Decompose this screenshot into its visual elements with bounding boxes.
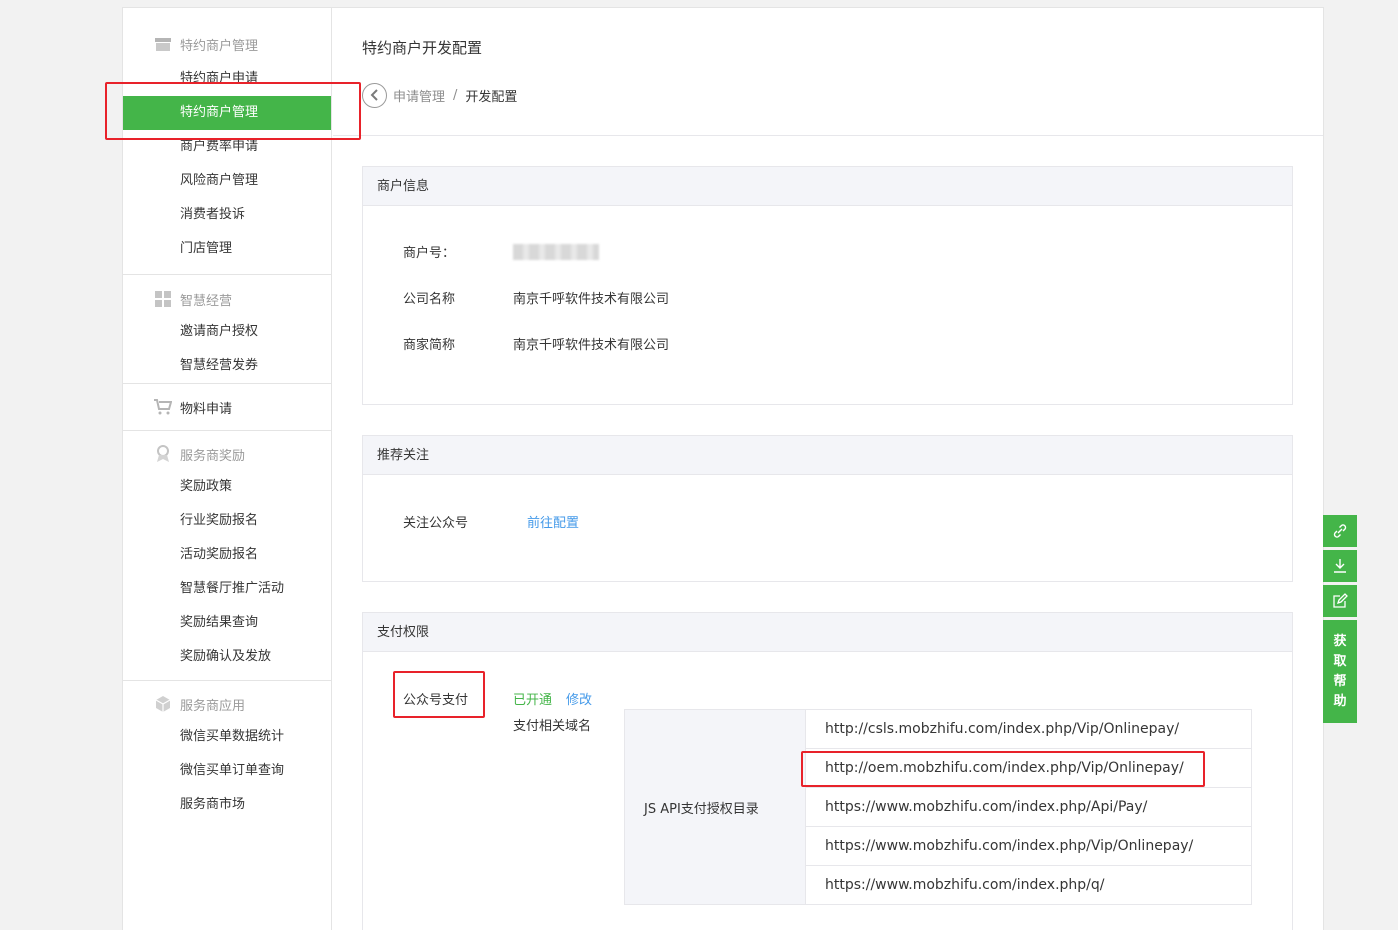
sidebar-item-reward-query[interactable]: 奖励结果查询	[123, 606, 331, 640]
sidebar-group-title: 服务商应用	[123, 692, 331, 716]
sidebar-item-rate-apply[interactable]: 商户费率申请	[123, 130, 331, 164]
sidebar-item-reward-policy[interactable]: 奖励政策	[123, 470, 331, 504]
company-name-label: 公司名称	[403, 292, 456, 307]
back-button[interactable]	[362, 82, 387, 108]
cube-icon	[154, 695, 172, 713]
download-icon	[1334, 559, 1346, 573]
domain-url: http://oem.mobzhifu.com/index.php/Vip/On…	[805, 748, 1252, 788]
breadcrumb: 申请管理 / 开发配置	[362, 82, 517, 108]
status-badge: 已开通	[513, 693, 553, 708]
cart-icon	[154, 398, 172, 416]
page-title: 特约商户开发配置	[362, 39, 483, 57]
sidebar-item-smart-coupon[interactable]: 智慧经营发券	[123, 349, 331, 383]
domain-url: https://www.mobzhifu.com/index.php/Vip/O…	[805, 826, 1252, 866]
sidebar-group-title: 智慧经营	[123, 287, 331, 311]
sidebar-group-title: 服务商奖励	[123, 442, 331, 466]
link-icon	[1333, 524, 1347, 538]
award-icon	[154, 445, 172, 463]
sidebar-item-stores[interactable]: 门店管理	[123, 232, 331, 266]
sidebar-group-apps: 服务商应用 微信买单数据统计 微信买单订单查询 服务商市场	[123, 681, 331, 830]
sidebar-item-materials[interactable]: 物料申请	[123, 395, 331, 419]
store-icon	[154, 35, 172, 53]
header-divider	[333, 135, 1323, 136]
panel-title: 支付权限	[363, 613, 1292, 652]
payment-panel: 支付权限 公众号支付 已开通 修改 支付相关域名 JS API支付授权目录 ht…	[362, 612, 1293, 930]
short-name-label: 商家简称	[403, 338, 456, 353]
domain-url: http://csls.mobzhifu.com/index.php/Vip/O…	[805, 709, 1252, 749]
short-name-row: 商家简称 南京千呼软件技术有限公司	[403, 334, 669, 353]
jsapi-label: JS API支付授权目录	[624, 709, 806, 905]
sidebar-item-merchant-apply[interactable]: 特约商户申请	[123, 62, 331, 96]
merchant-id-redacted	[513, 244, 599, 260]
sidebar-item-complaints[interactable]: 消费者投诉	[123, 198, 331, 232]
panel-title: 商户信息	[363, 167, 1292, 206]
sidebar-item-industry-reward[interactable]: 行业奖励报名	[123, 504, 331, 538]
main-content: 特约商户开发配置 申请管理 / 开发配置 商户信息 商户号： 公司名称 南京千呼…	[333, 8, 1323, 930]
grid-icon	[154, 290, 172, 308]
jsapi-domain-table: JS API支付授权目录 http://csls.mobzhifu.com/in…	[624, 709, 1252, 905]
breadcrumb-separator: /	[453, 87, 458, 103]
domain-label: 支付相关域名	[513, 719, 592, 734]
breadcrumb-current: 开发配置	[465, 89, 518, 105]
sidebar-item-smart-restaurant[interactable]: 智慧餐厅推广活动	[123, 572, 331, 606]
sidebar-item-activity-reward[interactable]: 活动奖励报名	[123, 538, 331, 572]
modify-link[interactable]: 修改	[566, 689, 592, 708]
short-name-value: 南京千呼软件技术有限公司	[513, 338, 670, 353]
sidebar-item-reward-confirm[interactable]: 奖励确认及发放	[123, 640, 331, 674]
sidebar-item-invite-auth[interactable]: 邀请商户授权	[123, 315, 331, 349]
payment-type-label: 公众号支付	[403, 693, 469, 708]
follow-row: 关注公众号 前往配置	[403, 512, 579, 531]
float-toolbar: 获 取 帮 助	[1323, 515, 1357, 723]
page-container: 特约商户管理 特约商户申请 特约商户管理 商户费率申请 风险商户管理 消费者投诉…	[122, 7, 1324, 930]
link-tool-button[interactable]	[1323, 515, 1357, 547]
company-name-value: 南京千呼软件技术有限公司	[513, 292, 670, 307]
company-name-row: 公司名称 南京千呼软件技术有限公司	[403, 288, 669, 307]
domain-url: https://www.mobzhifu.com/index.php/q/	[805, 865, 1252, 905]
sidebar-group-smart-business: 智慧经营 邀请商户授权 智慧经营发券	[123, 275, 331, 384]
sidebar: 特约商户管理 特约商户申请 特约商户管理 商户费率申请 风险商户管理 消费者投诉…	[123, 8, 332, 930]
merchant-id-row: 商户号：	[403, 242, 599, 261]
sidebar-group-rewards: 服务商奖励 奖励政策 行业奖励报名 活动奖励报名 智慧餐厅推广活动 奖励结果查询…	[123, 431, 331, 681]
edit-icon	[1333, 593, 1348, 608]
table-row: JS API支付授权目录 http://csls.mobzhifu.com/in…	[624, 709, 1252, 905]
payment-type-row: 公众号支付 已开通 修改	[403, 689, 592, 708]
domain-url: https://www.mobzhifu.com/index.php/Api/P…	[805, 787, 1252, 827]
domain-label-row: 支付相关域名	[513, 715, 591, 734]
sidebar-item-pay-orders[interactable]: 微信买单订单查询	[123, 754, 331, 788]
chevron-left-icon	[370, 89, 378, 101]
merchant-info-panel: 商户信息 商户号： 公司名称 南京千呼软件技术有限公司 商家简称 南京千呼软件技…	[362, 166, 1293, 405]
merchant-id-label: 商户号：	[403, 246, 456, 261]
sidebar-group-title: 特约商户管理	[123, 32, 331, 56]
edit-tool-button[interactable]	[1323, 585, 1357, 617]
follow-panel: 推荐关注 关注公众号 前往配置	[362, 435, 1293, 582]
sidebar-item-pay-stats[interactable]: 微信买单数据统计	[123, 720, 331, 754]
sidebar-item-market[interactable]: 服务商市场	[123, 788, 331, 822]
breadcrumb-parent[interactable]: 申请管理	[393, 86, 445, 105]
get-help-button[interactable]: 获 取 帮 助	[1323, 620, 1357, 723]
download-tool-button[interactable]	[1323, 550, 1357, 582]
sidebar-group-merchant-management: 特约商户管理 特约商户申请 特约商户管理 商户费率申请 风险商户管理 消费者投诉…	[123, 8, 331, 275]
sidebar-item-merchant-manage[interactable]: 特约商户管理	[123, 96, 331, 130]
go-configure-link[interactable]: 前往配置	[527, 512, 579, 531]
sidebar-group-materials[interactable]: 物料申请	[123, 384, 331, 431]
sidebar-item-risk-merchant[interactable]: 风险商户管理	[123, 164, 331, 198]
follow-label: 关注公众号	[403, 516, 469, 531]
panel-title: 推荐关注	[363, 436, 1292, 475]
